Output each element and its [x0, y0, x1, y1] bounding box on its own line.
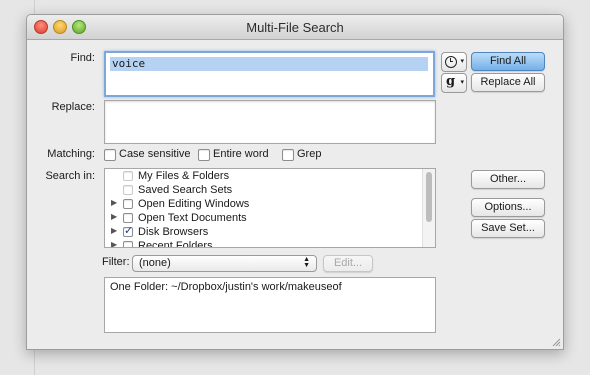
- list-item-label: Open Text Documents: [138, 212, 247, 224]
- open-editing-windows-checkbox[interactable]: [123, 199, 133, 209]
- open-text-documents-checkbox[interactable]: [123, 213, 133, 223]
- replace-all-button[interactable]: Replace All: [471, 73, 545, 92]
- search-location-box: One Folder: ~/Dropbox/justin's work/make…: [104, 277, 436, 333]
- recent-folders-checkbox[interactable]: [123, 241, 133, 247]
- checkmark-icon: ✓: [124, 225, 134, 237]
- disclosure-triangle-icon[interactable]: ▶: [111, 226, 117, 235]
- updown-arrows-icon: ▲ ▼: [303, 256, 310, 269]
- list-item-label: Recent Folders: [138, 240, 213, 248]
- list-item[interactable]: Saved Search Sets: [105, 183, 423, 197]
- edit-filter-button[interactable]: Edit...: [323, 255, 373, 272]
- window-title: Multi-File Search: [246, 20, 344, 35]
- disclosure-triangle-icon[interactable]: ▶: [111, 212, 117, 221]
- list-item[interactable]: ▶ Recent Folders: [105, 239, 423, 248]
- g-icon: g: [446, 74, 456, 89]
- filter-label: Filter:: [102, 256, 130, 268]
- case-sensitive-label: Case sensitive: [119, 148, 191, 160]
- replace-field[interactable]: [104, 100, 436, 144]
- list-item[interactable]: My Files & Folders: [105, 169, 423, 183]
- list-item-label: Saved Search Sets: [138, 184, 233, 196]
- entire-word-checkbox[interactable]: [198, 149, 210, 161]
- grep-label: Grep: [297, 148, 322, 160]
- my-files-checkbox[interactable]: [123, 171, 133, 181]
- grep-checkbox[interactable]: [282, 149, 294, 161]
- list-item-label: Open Editing Windows: [138, 198, 250, 210]
- filter-popup[interactable]: (none) ▲ ▼: [132, 255, 317, 272]
- case-sensitive-checkbox[interactable]: [104, 149, 116, 161]
- chevron-down-icon: ▾: [460, 58, 464, 65]
- list-item-label: Disk Browsers: [138, 226, 209, 238]
- find-label: Find:: [70, 52, 95, 64]
- find-all-button[interactable]: Find All: [471, 52, 545, 71]
- list-item[interactable]: ▶ ✓ Disk Browsers: [105, 225, 423, 239]
- list-item-label: My Files & Folders: [138, 170, 230, 182]
- scrollbar-thumb[interactable]: [426, 172, 432, 222]
- list-item[interactable]: ▶ Open Text Documents: [105, 211, 423, 225]
- disk-browsers-checkbox[interactable]: ✓: [123, 225, 134, 237]
- saved-search-sets-checkbox[interactable]: [123, 185, 133, 195]
- filter-selected-value: (none): [139, 257, 171, 269]
- options-button[interactable]: Options...: [471, 198, 545, 217]
- search-location-text: One Folder: ~/Dropbox/justin's work/make…: [110, 281, 342, 293]
- disclosure-triangle-icon[interactable]: ▶: [111, 198, 117, 207]
- search-in-label: Search in:: [45, 170, 95, 182]
- list-item[interactable]: ▶ Open Editing Windows: [105, 197, 423, 211]
- other-button[interactable]: Other...: [471, 170, 545, 189]
- save-set-button[interactable]: Save Set...: [471, 219, 545, 238]
- find-field-text: voice: [110, 57, 428, 71]
- replace-label: Replace:: [51, 101, 95, 113]
- list-scrollbar[interactable]: [422, 169, 435, 247]
- search-in-list[interactable]: My Files & Folders Saved Search Sets ▶ O…: [104, 168, 436, 248]
- titlebar: Multi-File Search: [27, 15, 563, 40]
- entire-word-label: Entire word: [213, 148, 269, 160]
- matching-label: Matching:: [47, 148, 95, 160]
- disclosure-triangle-icon[interactable]: ▶: [111, 240, 117, 247]
- chevron-down-icon: ▾: [460, 79, 464, 86]
- resize-grip-icon[interactable]: [551, 337, 561, 347]
- multi-file-search-window: Multi-File Search Find: voice ▾ g ▾ Find…: [26, 14, 564, 350]
- grep-pattern-button[interactable]: g ▾: [441, 73, 467, 93]
- clock-icon: [445, 56, 457, 68]
- search-history-button[interactable]: ▾: [441, 52, 467, 72]
- find-field[interactable]: voice: [104, 51, 435, 97]
